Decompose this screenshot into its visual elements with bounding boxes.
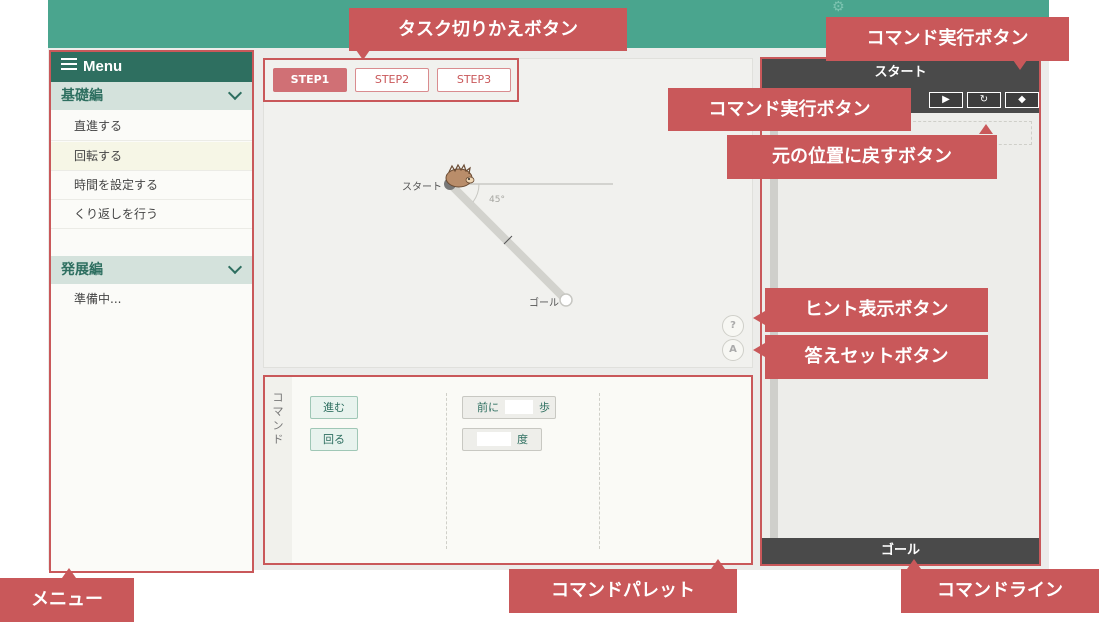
palette-divider	[446, 393, 447, 549]
command-line-start: スタート	[762, 59, 1039, 87]
callout-pointer	[62, 568, 76, 578]
hamburger-icon[interactable]	[61, 55, 77, 73]
sidebar-item-straight[interactable]: 直進する	[51, 112, 252, 141]
callout-pointer	[907, 559, 921, 569]
callout-pointer	[753, 343, 765, 357]
clear-button[interactable]: ◆	[1005, 92, 1039, 108]
sidebar-item-label: くり返しを行う	[74, 207, 159, 221]
hedgehog-icon	[445, 163, 475, 188]
hint-button[interactable]: ?	[722, 315, 744, 337]
sidebar-item-label: 直進する	[74, 119, 123, 133]
goal-label: ゴール	[529, 298, 559, 309]
sidebar-menu: Menu 基礎編 直進する 回転する 時間を設定する くり返しを行う 発展編 準…	[49, 50, 254, 573]
callout-run-top: コマンド実行ボタン	[826, 17, 1069, 61]
sidebar-item-label: 時間を設定する	[74, 178, 159, 192]
section-basic[interactable]: 基礎編	[51, 82, 252, 110]
turn-suffix: 度	[517, 433, 528, 446]
answer-icon: A	[729, 344, 737, 355]
command-line-goal: ゴール	[762, 538, 1039, 564]
cmd-turn-degrees-block[interactable]: 度	[462, 428, 542, 451]
chevron-down-icon[interactable]	[227, 85, 243, 101]
reset-icon: ↻	[979, 94, 989, 105]
section-advanced[interactable]: 発展編	[51, 256, 252, 284]
menu-header[interactable]: Menu	[51, 52, 252, 82]
reset-button[interactable]: ↻	[967, 92, 1001, 108]
sidebar-item-preparing[interactable]: 準備中...	[51, 285, 252, 314]
callout-pointer	[711, 559, 725, 569]
goal-point	[559, 293, 573, 307]
answer-button[interactable]: A	[722, 339, 744, 361]
task-switch-group: STEP1 STEP2 STEP3	[263, 58, 519, 102]
callout-pointer	[356, 50, 370, 60]
cmd-forward-button[interactable]: 進む	[310, 396, 358, 419]
palette-divider	[599, 393, 600, 549]
steps-input[interactable]	[505, 400, 533, 414]
palette-vertical-label: コマンド	[272, 391, 284, 446]
callout-reset: 元の位置に戻すボタン	[727, 135, 997, 179]
question-icon: ?	[730, 320, 736, 331]
angle-label: 45°	[489, 195, 505, 205]
cmd-forward-steps-block[interactable]: 前に 歩	[462, 396, 556, 419]
callout-pointer	[979, 124, 993, 134]
gear-decoration-icon: ⚙	[832, 0, 845, 15]
path-track	[446, 180, 570, 304]
callout-palette: コマンドパレット	[509, 569, 737, 613]
step1-button[interactable]: STEP1	[273, 68, 347, 92]
degrees-input[interactable]	[477, 432, 511, 446]
menu-title: Menu	[83, 58, 123, 75]
callout-pointer	[753, 311, 765, 325]
eraser-icon: ◆	[1018, 94, 1026, 105]
step3-button[interactable]: STEP3	[437, 68, 511, 92]
section-label: 基礎編	[61, 88, 103, 104]
sidebar-item-time[interactable]: 時間を設定する	[51, 171, 252, 200]
angle-arc	[472, 183, 480, 203]
callout-hint: ヒント表示ボタン	[765, 288, 988, 332]
stage-canvas	[444, 163, 613, 307]
sidebar-item-label: 回転する	[74, 149, 123, 163]
sidebar-item-rotate[interactable]: 回転する	[51, 142, 252, 171]
callout-command-line: コマンドライン	[901, 569, 1099, 613]
callout-answer: 答えセットボタン	[765, 335, 988, 379]
chevron-down-icon[interactable]	[227, 259, 243, 275]
command-palette: コマンド 進む 回る 前に 歩 度	[263, 375, 753, 565]
step2-button[interactable]: STEP2	[355, 68, 429, 92]
callout-run-mid: コマンド実行ボタン	[668, 88, 911, 131]
callout-task-switch: タスク切りかえボタン	[349, 8, 627, 51]
sidebar-item-label: 準備中...	[74, 292, 122, 306]
callout-pointer	[1013, 60, 1027, 70]
cmd-turn-button[interactable]: 回る	[310, 428, 358, 451]
forward-prefix: 前に	[477, 401, 499, 414]
sidebar-item-repeat[interactable]: くり返しを行う	[51, 200, 252, 229]
play-icon: ▶	[942, 94, 950, 105]
section-label: 発展編	[61, 262, 103, 278]
run-button[interactable]: ▶	[929, 92, 963, 108]
forward-suffix: 歩	[539, 401, 550, 414]
start-label: スタート	[402, 182, 442, 193]
callout-menu: メニュー	[0, 578, 134, 622]
